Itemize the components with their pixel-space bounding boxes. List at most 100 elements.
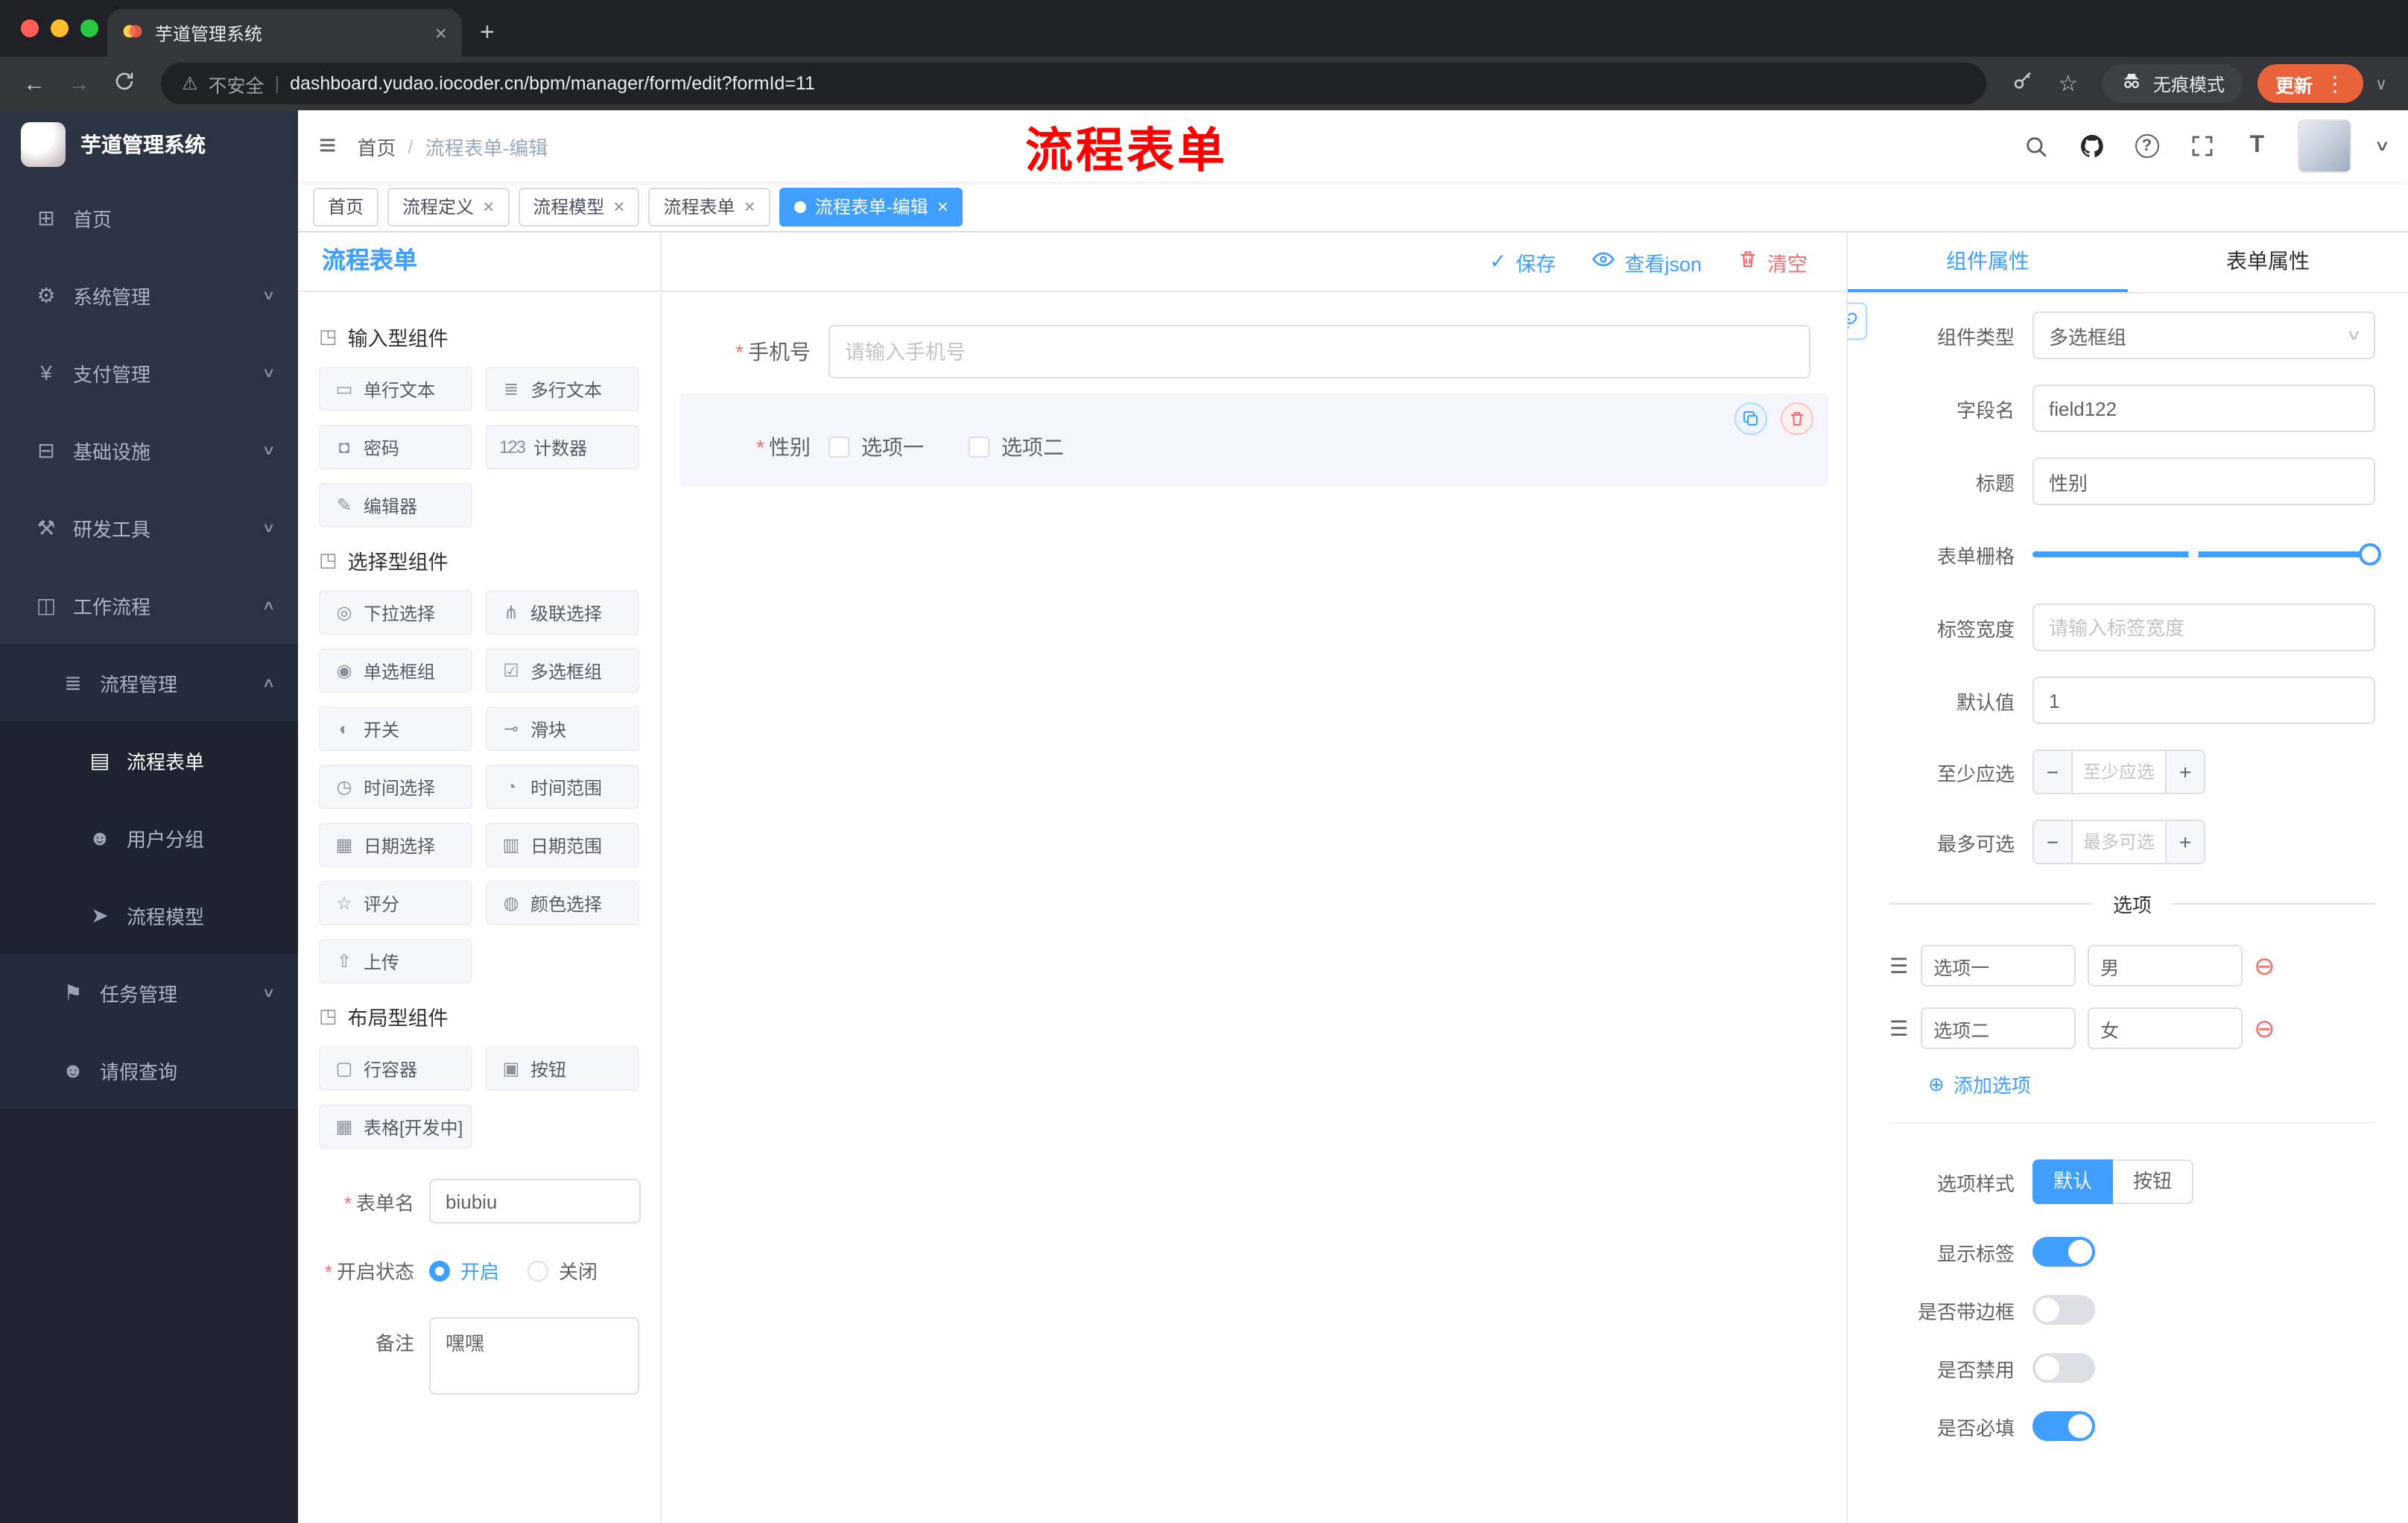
palette-item[interactable]: ▦ 日期选择	[319, 823, 472, 867]
browser-menu-icon[interactable]: ⋮	[2325, 71, 2345, 96]
breadcrumb-home[interactable]: 首页	[357, 132, 396, 160]
forward-button[interactable]: →	[60, 71, 98, 96]
option-label-input[interactable]	[1920, 945, 2076, 987]
field-name-input[interactable]	[2032, 384, 2375, 432]
palette-item[interactable]: ◷ 时间选择	[319, 764, 472, 809]
label-width-input[interactable]	[2032, 604, 2375, 651]
radio-closed[interactable]	[527, 1260, 549, 1281]
nav-tag[interactable]: 首页	[313, 187, 379, 226]
sidebar-item[interactable]: ⊞ 首页	[0, 179, 298, 256]
form-name-input[interactable]	[429, 1179, 641, 1223]
palette-item[interactable]: ✎ 编辑器	[319, 483, 472, 528]
add-option-button[interactable]: ⊕ 添加选项	[1928, 1070, 2375, 1098]
window-minimize-button[interactable]	[51, 19, 69, 37]
palette-item[interactable]: ⇧ 上传	[319, 939, 472, 984]
toggle-off[interactable]	[2032, 1295, 2095, 1325]
close-tag-icon[interactable]: ×	[937, 195, 948, 218]
drag-handle-icon[interactable]: ☰	[1889, 953, 1908, 978]
palette-item[interactable]: ◍ 颜色选择	[486, 881, 639, 925]
palette-item[interactable]: ◎ 下拉选择	[319, 590, 472, 635]
palette-item[interactable]: ⊸ 滑块	[486, 706, 639, 751]
min-count-input[interactable]	[2073, 751, 2165, 793]
style-default-button[interactable]: 默认	[2032, 1159, 2113, 1204]
palette-item[interactable]: 123 计数器	[486, 425, 639, 469]
slider-handle[interactable]	[2359, 543, 2381, 566]
sidebar-item[interactable]: ◫ 工作流程 ∧	[0, 566, 298, 644]
form-field-gender[interactable]: * 性别 选项一 选项二	[679, 393, 1828, 486]
save-button[interactable]: ✓ 保存	[1489, 247, 1556, 276]
palette-item[interactable]: ⋔ 级联选择	[486, 590, 639, 635]
form-field-phone[interactable]: * 手机号	[679, 325, 1828, 379]
close-tag-icon[interactable]: ×	[483, 195, 494, 218]
remove-option-icon[interactable]: ⊖	[2254, 953, 2275, 978]
close-tag-icon[interactable]: ×	[613, 195, 624, 218]
nav-tag[interactable]: 流程模型 ×	[518, 187, 640, 226]
github-icon[interactable]	[2076, 131, 2106, 161]
sidebar-item[interactable]: ¥ 支付管理 ∨	[0, 334, 298, 411]
window-zoom-button[interactable]	[80, 19, 98, 37]
clear-button[interactable]: 清空	[1737, 247, 1807, 276]
copy-field-button[interactable]	[1734, 402, 1767, 435]
toggle-on[interactable]	[2032, 1411, 2095, 1441]
max-count-input[interactable]	[2073, 821, 2165, 863]
palette-item[interactable]: ☑ 多选框组	[486, 648, 639, 693]
back-button[interactable]: ←	[15, 71, 54, 96]
close-tag-icon[interactable]: ×	[744, 195, 755, 218]
radio-open-label[interactable]: 开启	[460, 1256, 499, 1285]
help-icon[interactable]: ?	[2132, 131, 2161, 161]
increase-button[interactable]: +	[2165, 751, 2204, 793]
nav-tag[interactable]: 流程表单 ×	[648, 187, 770, 226]
window-close-button[interactable]	[21, 19, 39, 37]
checkbox-option-1[interactable]: 选项一	[828, 432, 924, 462]
option-label-input[interactable]	[1920, 1007, 2076, 1049]
bookmark-star-icon[interactable]: ☆	[2049, 70, 2088, 97]
chevron-down-icon[interactable]: ∨	[2375, 74, 2387, 93]
close-tab-icon[interactable]: ×	[435, 21, 447, 45]
user-menu-caret-icon[interactable]: ∨	[2374, 138, 2390, 154]
sidebar-item[interactable]: ▤ 流程表单	[0, 721, 298, 799]
palette-item[interactable]: ◐ 开关	[319, 706, 472, 751]
option-value-input[interactable]	[2087, 1007, 2243, 1049]
checkbox-option-2[interactable]: 选项二	[969, 432, 1064, 462]
collapse-sidebar-icon[interactable]: ≡	[319, 129, 336, 163]
default-value-input[interactable]	[2032, 677, 2375, 724]
palette-item[interactable]: ▣ 按钮	[486, 1046, 639, 1091]
palette-item[interactable]: ☆ 评分	[319, 881, 472, 925]
fullscreen-icon[interactable]	[2187, 131, 2217, 161]
toggle-off[interactable]	[2032, 1353, 2095, 1383]
increase-button[interactable]: +	[2165, 821, 2204, 863]
browser-tab[interactable]: 芋道管理系统 ×	[107, 9, 462, 57]
remark-textarea[interactable]: 嘿嘿	[429, 1317, 639, 1395]
sidebar-item[interactable]: ☻ 用户分组	[0, 799, 298, 876]
tab-component-props[interactable]: 组件属性	[1848, 232, 2128, 292]
style-button-button[interactable]: 按钮	[2113, 1159, 2193, 1204]
sidebar-item[interactable]: ⚙ 系统管理 ∨	[0, 256, 298, 334]
password-key-icon[interactable]	[2004, 69, 2043, 98]
palette-item[interactable]: ◔ 时间范围	[486, 764, 639, 809]
palette-item[interactable]: ◘ 密码	[319, 425, 472, 469]
link-icon[interactable]	[1848, 303, 1867, 340]
toggle-on[interactable]	[2032, 1237, 2095, 1267]
palette-item[interactable]: ◉ 单选框组	[319, 648, 472, 693]
radio-closed-label[interactable]: 关闭	[559, 1256, 598, 1285]
sidebar-item[interactable]: ☻ 请假查询	[0, 1031, 298, 1109]
decrease-button[interactable]: −	[2034, 821, 2073, 863]
address-bar[interactable]: ⚠ 不安全 | dashboard.yudao.iocoder.cn/bpm/m…	[161, 63, 1986, 104]
view-json-button[interactable]: 查看json	[1591, 247, 1702, 276]
palette-item[interactable]: ≣ 多行文本	[486, 367, 639, 411]
user-avatar[interactable]	[2297, 119, 2351, 173]
remove-option-icon[interactable]: ⊖	[2254, 1016, 2275, 1041]
title-input[interactable]	[2032, 457, 2375, 505]
sidebar-item[interactable]: ⚑ 任务管理 ∨	[0, 954, 298, 1031]
checkbox-icon[interactable]	[969, 437, 989, 457]
search-icon[interactable]	[2021, 131, 2051, 161]
palette-item[interactable]: ▭ 单行文本	[319, 367, 472, 411]
decrease-button[interactable]: −	[2034, 751, 2073, 793]
palette-item[interactable]: ▥ 日期范围	[486, 823, 639, 867]
tab-form-props[interactable]: 表单属性	[2128, 232, 2408, 292]
checkbox-icon[interactable]	[828, 437, 849, 457]
component-type-select[interactable]: 多选框组 ∨	[2032, 311, 2375, 359]
nav-tag[interactable]: 流程定义 ×	[387, 187, 510, 226]
nav-tag[interactable]: 流程表单-编辑 ×	[779, 187, 963, 226]
palette-item[interactable]: ▦ 表格[开发中]	[319, 1104, 472, 1149]
